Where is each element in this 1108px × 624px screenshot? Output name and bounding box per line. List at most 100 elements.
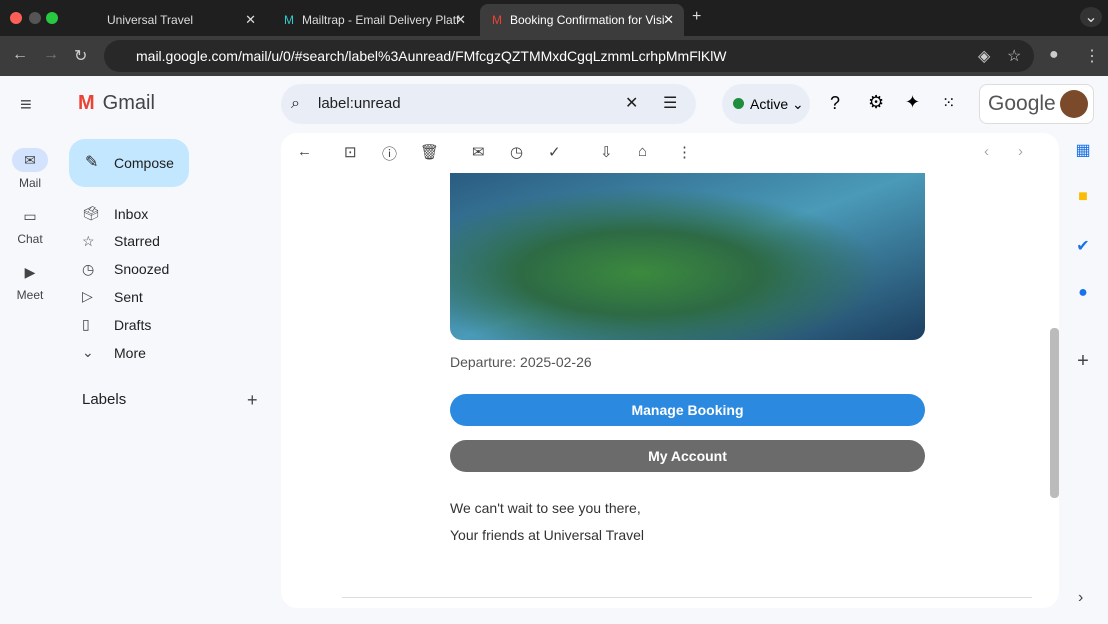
help-icon[interactable]: ? <box>830 93 840 114</box>
add-addon-icon[interactable]: + <box>1068 332 1098 372</box>
clock-icon: ◷ <box>82 260 95 277</box>
pencil-icon: ✎ <box>85 154 99 171</box>
rail-label: Meet <box>16 288 44 302</box>
draft-icon: ▯ <box>82 316 90 333</box>
back-button[interactable]: ← <box>297 143 312 160</box>
newer-icon[interactable]: ‹ <box>984 143 989 160</box>
status-dot-icon <box>733 98 744 109</box>
close-window-button[interactable] <box>10 12 22 24</box>
keep-icon[interactable]: ■ <box>1068 188 1098 236</box>
hide-side-panel-icon[interactable]: › <box>1078 589 1083 607</box>
reload-icon[interactable]: ↻ <box>74 46 87 66</box>
departure-date: Departure: 2025-02-26 <box>450 354 592 370</box>
nav-item-inbox[interactable]: 🗳 Inbox <box>82 205 148 222</box>
nav-item-drafts[interactable]: ▯ Drafts <box>82 316 151 333</box>
snooze-icon[interactable]: ◷ <box>510 143 523 161</box>
older-icon[interactable]: › <box>1018 143 1023 160</box>
rail-label: Chat <box>17 232 43 246</box>
nav-label: Drafts <box>114 316 152 333</box>
mark-unread-icon[interactable]: ✉ <box>472 143 485 161</box>
search-options-icon[interactable]: ☰ <box>663 84 677 124</box>
compose-label: Compose <box>114 155 174 171</box>
minimize-window-button[interactable] <box>29 12 41 24</box>
archive-icon[interactable]: ⊡ <box>344 143 357 161</box>
nav-label: Inbox <box>114 205 149 222</box>
send-icon: ▷ <box>82 288 93 305</box>
tab-search-button[interactable]: ⌄ <box>1080 7 1102 27</box>
search-input[interactable]: ⌕ label:unread ✕ ☰ <box>281 84 696 124</box>
more-options-icon[interactable]: ⋮ <box>677 143 692 161</box>
move-to-icon[interactable]: ⇩ <box>600 143 613 161</box>
gmail-logo-text: Gmail <box>102 92 155 114</box>
nav-item-snoozed[interactable]: ◷ Snoozed <box>82 261 169 278</box>
nav-label: Sent <box>114 288 143 305</box>
forward-icon[interactable]: → <box>43 46 59 64</box>
search-value: label:unread <box>318 95 401 112</box>
nav-label: Starred <box>114 233 160 250</box>
contacts-icon[interactable]: ● <box>1068 284 1098 332</box>
divider <box>342 597 1032 598</box>
nav-label: More <box>114 344 146 361</box>
labels-heading: Labels <box>82 391 127 408</box>
mailtrap-icon: M <box>284 13 294 27</box>
menu-icon[interactable]: ⋮ <box>1084 46 1100 66</box>
url-input[interactable]: mail.google.com/mail/u/0/#search/label%3… <box>104 40 1034 72</box>
nav-item-sent[interactable]: ▷ Sent <box>82 288 143 305</box>
delete-icon[interactable]: 🗑 <box>420 143 439 161</box>
url-text: mail.google.com/mail/u/0/#search/label%3… <box>136 48 727 64</box>
rail-label: Mail <box>18 176 41 190</box>
report-spam-icon[interactable]: ⓘ <box>382 143 397 164</box>
destination-image <box>450 173 925 340</box>
calendar-icon[interactable]: ▦ <box>1068 140 1098 188</box>
address-bar-area: ← → ↻ mail.google.com/mail/u/0/#search/l… <box>0 36 1108 76</box>
back-icon[interactable]: ← <box>12 46 28 64</box>
tab-title: Universal Travel <box>107 13 194 27</box>
add-label-button[interactable]: + <box>247 390 258 411</box>
close-tab-icon[interactable]: ✕ <box>663 12 674 28</box>
rail-mail[interactable]: ✉ Mail <box>0 148 60 190</box>
chevron-down-icon: ⌄ <box>82 344 94 360</box>
email-view: ← ⊡ ⓘ 🗑 ✉ ◷ ✓ ⇩ ⌂ ⋮ ‹ › Departure: 2025-… <box>281 133 1059 608</box>
app-rail: ✉ Mail ▭ Chat ▶ Meet <box>0 76 60 624</box>
gemini-sparkle-icon[interactable]: ✦ <box>905 92 920 113</box>
avatar <box>1060 90 1088 118</box>
close-tab-icon[interactable]: ✕ <box>245 12 256 28</box>
close-tab-icon[interactable]: ✕ <box>455 12 466 28</box>
search-icon: ⌕ <box>291 95 300 112</box>
compose-button[interactable]: ✎ Compose <box>69 139 189 187</box>
tab-title: Booking Confirmation for Visi <box>510 13 665 27</box>
star-icon: ☆ <box>82 232 95 249</box>
status-label: Active <box>750 96 789 112</box>
signature-text: Your friends at Universal Travel <box>450 527 645 543</box>
nav-item-starred[interactable]: ☆ Starred <box>82 233 160 250</box>
rail-meet[interactable]: ▶ Meet <box>0 260 60 302</box>
clear-search-icon[interactable]: ✕ <box>625 84 638 124</box>
new-tab-button[interactable]: + <box>692 8 701 26</box>
tasks-icon[interactable]: ✔ <box>1068 236 1098 284</box>
my-account-button[interactable]: My Account <box>450 440 925 472</box>
scrollbar[interactable] <box>1050 328 1059 498</box>
add-task-icon[interactable]: ✓ <box>548 143 561 161</box>
bookmark-star-icon[interactable]: ☆ <box>1007 46 1021 66</box>
nav-item-more[interactable]: ⌄ More <box>82 344 146 361</box>
tab-bar: Universal Travel ✕ M Mailtrap - Email Deli… <box>0 0 1108 36</box>
tab-universal-travel[interactable]: Universal Travel ✕ <box>70 4 266 36</box>
gmail-icon: M <box>492 13 502 27</box>
side-panel: ▦ ■ ✔ ● + <box>1068 140 1098 372</box>
tab-mailtrap[interactable]: M Mailtrap - Email Delivery Platf ✕ <box>272 4 476 36</box>
gmail-logo[interactable]: M Gmail <box>78 92 155 115</box>
apps-grid-icon[interactable]: ⁙ <box>942 93 955 113</box>
profile-icon[interactable]: ● <box>1049 46 1059 64</box>
rail-chat[interactable]: ▭ Chat <box>0 204 60 246</box>
settings-gear-icon[interactable]: ⚙ <box>868 92 884 113</box>
tab-booking-confirmation[interactable]: M Booking Confirmation for Visi ✕ <box>480 4 684 36</box>
google-account-button[interactable]: Google <box>979 84 1094 124</box>
inbox-icon: 🗳 <box>82 205 100 221</box>
video-icon: ▶ <box>24 264 36 280</box>
label-icon[interactable]: ⌂ <box>638 143 647 160</box>
extension-icon[interactable]: ◈ <box>978 46 990 66</box>
status-button[interactable]: Active ⌄ <box>722 84 810 124</box>
closing-text: We can't wait to see you there, <box>450 500 641 516</box>
maximize-window-button[interactable] <box>46 12 58 24</box>
manage-booking-button[interactable]: Manage Booking <box>450 394 925 426</box>
